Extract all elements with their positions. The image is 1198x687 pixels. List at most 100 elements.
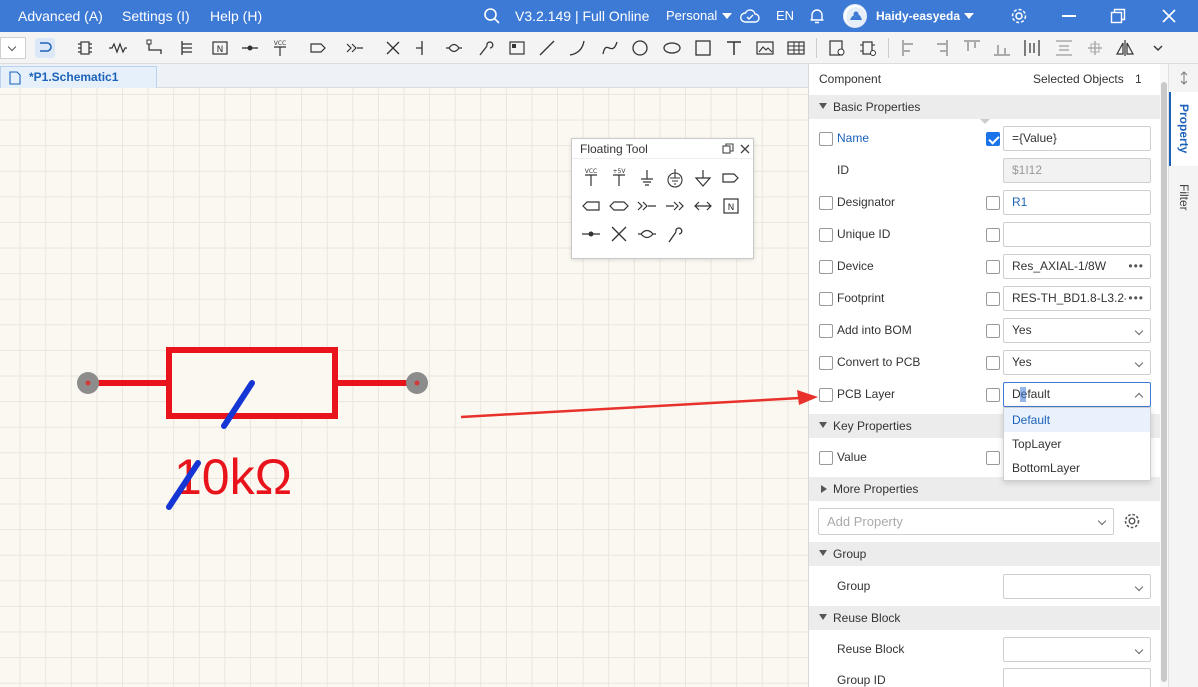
checkbox-device-label[interactable] (819, 260, 833, 274)
scrollbar-thumb[interactable] (1161, 82, 1167, 682)
checkbox-device-visible[interactable] (986, 260, 1000, 274)
tab-filter[interactable]: Filter (1169, 174, 1198, 220)
off-page-bidir-icon[interactable] (692, 195, 714, 217)
gear-icon[interactable] (1123, 512, 1141, 530)
dropdown-option-default[interactable]: Default (1004, 408, 1150, 432)
more-tools-icon[interactable] (1148, 38, 1168, 58)
mode-selector[interactable]: Personal (666, 0, 717, 32)
image-frame-icon[interactable] (507, 38, 527, 58)
close-icon[interactable] (738, 142, 752, 156)
user-name[interactable]: Haidy-easyeda (876, 0, 960, 32)
section-reuse-block[interactable]: Reuse Block (809, 606, 1160, 630)
checkbox-unique-id-visible[interactable] (986, 228, 1000, 242)
checkbox-convert-pcb-label[interactable] (819, 356, 833, 370)
image-icon[interactable] (755, 38, 775, 58)
name-field[interactable]: ={Value} (1003, 126, 1151, 151)
wire-icon[interactable] (145, 38, 165, 58)
bus-icon[interactable] (178, 38, 198, 58)
chevron-down-icon[interactable] (722, 13, 732, 19)
junction-icon[interactable] (240, 38, 260, 58)
no-connect-icon[interactable] (608, 223, 630, 245)
short-flag-icon[interactable] (636, 223, 658, 245)
ellipse-icon[interactable] (662, 38, 682, 58)
probe-icon[interactable] (664, 223, 686, 245)
off-page-out-icon[interactable] (664, 195, 686, 217)
distribute-horizontal-icon[interactable] (1022, 38, 1042, 58)
probe-icon[interactable] (476, 38, 496, 58)
tab-property[interactable]: Property (1169, 92, 1198, 166)
schematic-canvas[interactable]: 10kΩ Floating Tool VCC +5V N (0, 88, 808, 687)
signal-ground-icon[interactable] (692, 167, 714, 189)
menu-settings[interactable]: Settings (I) (122, 0, 190, 32)
line-icon[interactable] (537, 38, 557, 58)
section-basic-properties[interactable]: Basic Properties (809, 95, 1160, 119)
bell-icon[interactable] (808, 7, 826, 25)
toolbar-dropdown[interactable] (0, 37, 26, 59)
reuse-block-select[interactable] (1003, 637, 1151, 662)
dropdown-option-bottomlayer[interactable]: BottomLayer (1004, 456, 1150, 480)
net-label-icon[interactable]: N (210, 38, 230, 58)
short-flag-icon[interactable] (444, 38, 464, 58)
close-icon[interactable] (1161, 8, 1177, 24)
rectangle-icon[interactable] (693, 38, 713, 58)
checkbox-value-visible[interactable] (986, 451, 1000, 465)
net-label-icon[interactable]: N (720, 195, 742, 217)
earth-ground-icon[interactable] (664, 167, 686, 189)
dropdown-option-toplayer[interactable]: TopLayer (1004, 432, 1150, 456)
align-top-icon[interactable] (962, 38, 982, 58)
group-select[interactable] (1003, 574, 1151, 599)
resistor-icon[interactable] (108, 38, 128, 58)
checkbox-unique-id-label[interactable] (819, 228, 833, 242)
floating-tool-window[interactable]: Floating Tool VCC +5V N (571, 138, 754, 259)
junction-icon[interactable] (580, 223, 602, 245)
more-icon[interactable]: ••• (1128, 255, 1144, 278)
pin-icon[interactable] (412, 38, 432, 58)
minimize-icon[interactable] (1062, 15, 1076, 17)
off-page-in-icon[interactable] (636, 195, 658, 217)
checkbox-name-visible[interactable] (986, 132, 1000, 146)
checkbox-pcb-layer-visible[interactable] (986, 388, 1000, 402)
device-field[interactable]: Res_AXIAL-1/8W ••• (1003, 254, 1151, 279)
checkbox-pcb-layer-label[interactable] (819, 388, 833, 402)
checkbox-convert-pcb-visible[interactable] (986, 356, 1000, 370)
net-port-bidir-icon[interactable] (580, 195, 602, 217)
align-bottom-icon[interactable] (992, 38, 1012, 58)
add-property-select[interactable]: Add Property (818, 508, 1114, 535)
language-button[interactable]: EN (776, 0, 794, 32)
mirror-icon[interactable] (1115, 38, 1135, 58)
net-port-icon[interactable] (308, 38, 328, 58)
unique-id-field[interactable] (1003, 222, 1151, 247)
menu-help[interactable]: Help (H) (210, 0, 262, 32)
panel-scrollbar[interactable] (1160, 64, 1168, 687)
checkbox-designator-visible[interactable] (986, 196, 1000, 210)
footprint-field[interactable]: RES-TH_BD1.8-L3.2- ••• (1003, 286, 1151, 311)
checkbox-name-label[interactable] (819, 132, 833, 146)
more-icon[interactable]: ••• (1126, 287, 1144, 310)
add-bom-select[interactable]: Yes (1003, 318, 1151, 343)
checkbox-footprint-visible[interactable] (986, 292, 1000, 306)
tab-schematic[interactable]: *P1.Schematic1 (0, 66, 157, 88)
section-group[interactable]: Group (809, 542, 1160, 566)
plus-5v-icon[interactable]: +5V (608, 167, 630, 189)
popout-icon[interactable] (721, 142, 735, 156)
component-icon[interactable] (75, 38, 95, 58)
group-id-field[interactable] (1003, 668, 1151, 687)
checkbox-add-bom-label[interactable] (819, 324, 833, 338)
circle-icon[interactable] (630, 38, 650, 58)
checkbox-footprint-label[interactable] (819, 292, 833, 306)
avatar[interactable] (843, 4, 867, 28)
sheet-settings-icon[interactable] (827, 38, 847, 58)
net-port-inout-icon[interactable] (608, 195, 630, 217)
menu-advanced[interactable]: Advanced (A) (18, 0, 103, 32)
symbol-settings-icon[interactable] (858, 38, 878, 58)
table-icon[interactable] (786, 38, 806, 58)
arc-icon[interactable] (567, 38, 587, 58)
ground-icon[interactable] (636, 167, 658, 189)
text-icon[interactable] (724, 38, 744, 58)
distribute-vertical-icon[interactable] (1054, 38, 1074, 58)
bezier-icon[interactable] (600, 38, 620, 58)
checkbox-value-label[interactable] (819, 451, 833, 465)
gear-icon[interactable] (1010, 7, 1028, 25)
designator-field[interactable]: R1 (1003, 190, 1151, 215)
align-grid-icon[interactable] (1085, 38, 1105, 58)
